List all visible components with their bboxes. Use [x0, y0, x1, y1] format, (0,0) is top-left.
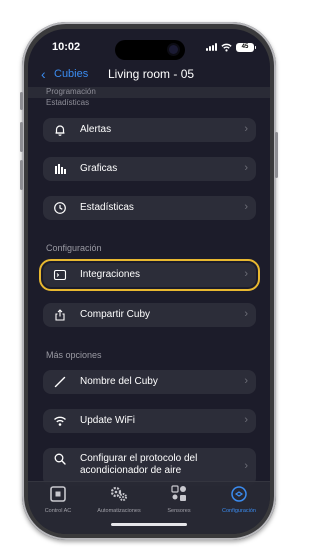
chevron-right-icon: › [244, 414, 248, 426]
back-chevron-icon[interactable]: ‹ [41, 67, 46, 81]
mute-switch [20, 92, 23, 110]
tab-label: Configuración [222, 508, 256, 514]
status-time: 10:02 [52, 41, 81, 53]
row-label: Configurar el protocolo del acondicionad… [80, 453, 230, 477]
row-alertas[interactable]: Alertas › [43, 118, 256, 142]
search-icon [54, 453, 66, 465]
row-update-wifi[interactable]: Update WiFi › [43, 409, 256, 433]
tab-automatizaciones[interactable]: Automatizaciones [89, 484, 149, 514]
row-compartir-cuby[interactable]: Compartir Cuby › [43, 303, 256, 327]
row-integraciones[interactable]: Integraciones › [39, 259, 260, 291]
volume-up-button [20, 122, 23, 152]
sensors-icon [169, 484, 189, 504]
settings-icon [229, 484, 249, 504]
tab-sensores[interactable]: Sensores [149, 484, 209, 514]
tab-label: Control AC [44, 508, 72, 514]
bar-chart-icon [55, 164, 66, 174]
chevron-right-icon: › [244, 123, 248, 135]
wifi-icon [54, 416, 66, 426]
back-button[interactable]: Cubies [54, 68, 88, 80]
row-graficas[interactable]: Graficas › [43, 157, 256, 181]
row-label: Integraciones [80, 269, 141, 280]
clock-icon [54, 202, 66, 214]
section-label-configuracion: Configuración [46, 243, 102, 253]
chevron-right-icon: › [244, 162, 248, 174]
chevron-right-icon: › [244, 460, 248, 472]
camera-icon [169, 45, 178, 54]
terminal-window-icon [53, 269, 67, 281]
gears-icon [109, 484, 129, 504]
tab-control-ac[interactable]: Control AC [28, 484, 88, 514]
share-icon [55, 309, 65, 321]
chevron-right-icon: › [244, 308, 248, 320]
app-screen: 10:02 45 ‹ Cubies Living room - 05 Estad… [28, 29, 270, 534]
navigation-bar: ‹ Cubies Living room - 05 [28, 63, 270, 85]
row-label: Alertas [80, 124, 112, 135]
row-label: Estadísticas [80, 202, 134, 213]
dynamic-island [115, 40, 185, 60]
ac-unit-icon [48, 484, 68, 504]
home-indicator[interactable] [111, 523, 187, 526]
sticky-section-label: Programación [46, 87, 96, 96]
chevron-right-icon: › [244, 375, 248, 387]
sticky-section-header: Programación [28, 87, 270, 98]
page-title: Living room - 05 [108, 67, 195, 81]
pencil-icon [54, 376, 66, 388]
status-icons: 45 [206, 42, 256, 52]
chevron-right-icon: › [244, 268, 248, 280]
tab-label: Automatizaciones [97, 508, 141, 514]
tab-bar: Control AC Automatizaciones Sensores Con… [28, 481, 270, 534]
tab-configuracion[interactable]: Configuración [209, 484, 269, 514]
row-label-line-2: acondicionador de aire [80, 465, 182, 476]
signal-icon [206, 43, 217, 51]
battery-icon: 45 [236, 42, 256, 52]
row-label: Compartir Cuby [80, 309, 151, 320]
row-label-line-1: Configurar el protocolo del [80, 453, 198, 464]
row-label: Nombre del Cuby [80, 376, 158, 387]
chevron-right-icon: › [244, 201, 248, 213]
wifi-icon [221, 43, 232, 51]
row-label: Graficas [80, 163, 118, 174]
bell-icon [55, 125, 65, 136]
row-label: Update WiFi [80, 415, 136, 426]
section-label-mas-opciones: Más opciones [46, 350, 102, 360]
section-label-statistics: Estadísticas [46, 98, 90, 107]
row-nombre-del-cuby[interactable]: Nombre del Cuby › [43, 370, 256, 394]
row-estadisticas[interactable]: Estadísticas › [43, 196, 256, 220]
tab-label: Sensores [167, 508, 191, 514]
power-button [275, 132, 278, 178]
volume-down-button [20, 160, 23, 190]
